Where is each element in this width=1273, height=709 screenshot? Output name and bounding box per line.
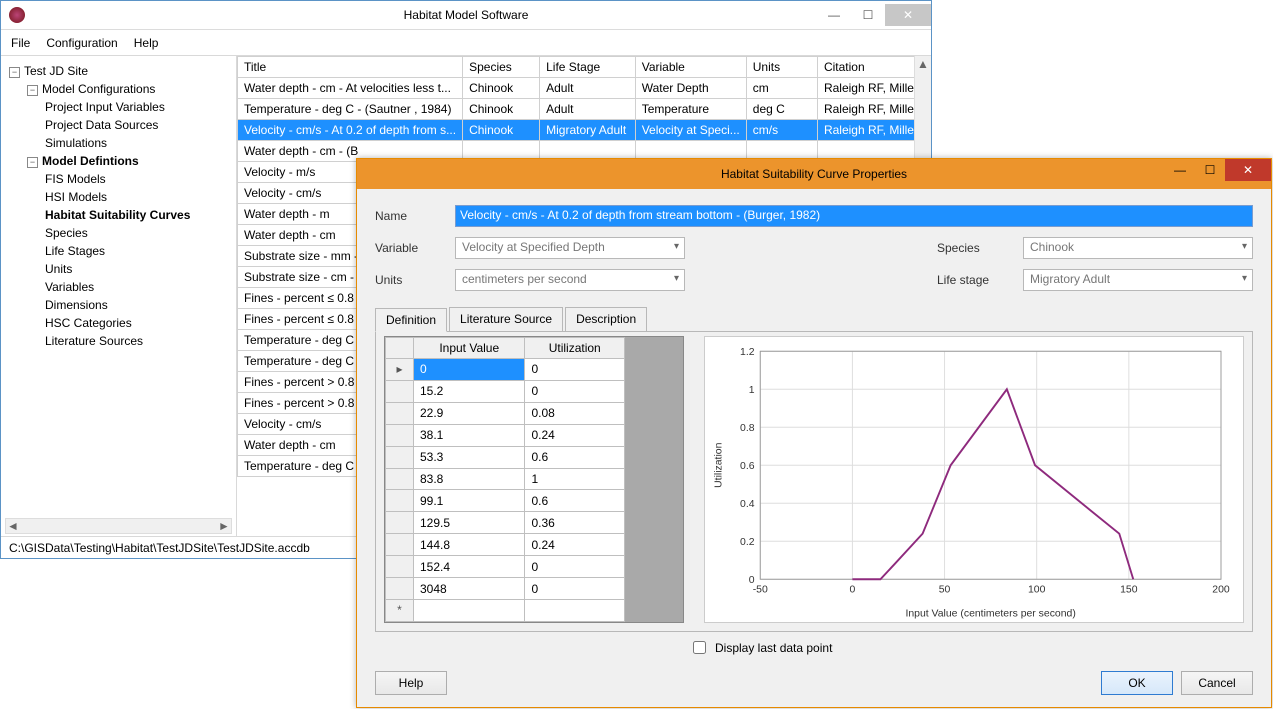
- tree-item[interactable]: Simulations: [45, 134, 232, 152]
- table-row[interactable]: 144.80.24: [386, 534, 625, 556]
- hsc-properties-dialog: Habitat Suitability Curve Properties — ☐…: [356, 158, 1272, 708]
- main-titlebar: Habitat Model Software — ☐ ✕: [1, 1, 931, 30]
- variable-select[interactable]: Velocity at Specified Depth: [455, 237, 685, 259]
- tree-model-definitions[interactable]: −Model Defintions FIS ModelsHSI ModelsHa…: [27, 152, 232, 350]
- table-row[interactable]: 99.10.6: [386, 490, 625, 512]
- table-row[interactable]: Temperature - deg C - (Sautner , 1984)Ch…: [238, 99, 931, 120]
- svg-text:150: 150: [1120, 585, 1138, 596]
- units-select[interactable]: centimeters per second: [455, 269, 685, 291]
- tree-pane: −Test JD Site −Model Configurations Proj…: [1, 56, 237, 536]
- table-row[interactable]: 129.50.36: [386, 512, 625, 534]
- table-row[interactable]: 15.20: [386, 380, 625, 402]
- definition-grid-wrap: Input ValueUtilization ▸0015.2022.90.083…: [384, 336, 684, 623]
- column-header[interactable]: Variable: [635, 57, 746, 78]
- ok-button[interactable]: OK: [1101, 671, 1173, 695]
- table-row[interactable]: 30480: [386, 578, 625, 600]
- svg-text:0.8: 0.8: [740, 423, 755, 434]
- tree-item[interactable]: Habitat Suitability Curves: [45, 206, 232, 224]
- tree-root[interactable]: −Test JD Site −Model Configurations Proj…: [9, 62, 232, 350]
- collapse-icon[interactable]: −: [27, 157, 38, 168]
- table-row[interactable]: 38.10.24: [386, 424, 625, 446]
- column-header[interactable]: Life Stage: [540, 57, 636, 78]
- svg-text:50: 50: [939, 585, 951, 596]
- svg-text:Input Value (centimeters per s: Input Value (centimeters per second): [905, 608, 1075, 619]
- tree-item[interactable]: Species: [45, 224, 232, 242]
- tree-item[interactable]: HSC Categories: [45, 314, 232, 332]
- svg-text:0.6: 0.6: [740, 461, 755, 472]
- species-label: Species: [937, 241, 997, 255]
- tree-item[interactable]: Variables: [45, 278, 232, 296]
- maximize-button[interactable]: ☐: [851, 4, 885, 26]
- tab-literature-source[interactable]: Literature Source: [449, 307, 563, 331]
- column-header[interactable]: Title: [238, 57, 463, 78]
- svg-text:200: 200: [1212, 585, 1230, 596]
- svg-text:-50: -50: [753, 585, 768, 596]
- app-icon: [9, 7, 25, 23]
- tabstrip: Definition Literature Source Description: [375, 307, 1253, 331]
- svg-text:Utilization: Utilization: [713, 442, 724, 487]
- table-row[interactable]: Water depth - cm - At velocities less t.…: [238, 78, 931, 99]
- svg-text:0.4: 0.4: [740, 499, 755, 510]
- minimize-button[interactable]: —: [817, 4, 851, 26]
- close-button[interactable]: ✕: [885, 4, 931, 26]
- window-controls: — ☐ ✕: [817, 4, 931, 26]
- display-last-label: Display last data point: [715, 641, 832, 655]
- name-label: Name: [375, 209, 429, 223]
- species-select[interactable]: Chinook: [1023, 237, 1253, 259]
- menubar: File Configuration Help: [1, 30, 931, 56]
- tree-item[interactable]: Literature Sources: [45, 332, 232, 350]
- svg-text:1: 1: [749, 385, 755, 396]
- variable-label: Variable: [375, 241, 429, 255]
- svg-text:100: 100: [1028, 585, 1046, 596]
- chart-area: -5005010015020000.20.40.60.811.2Input Va…: [704, 336, 1244, 623]
- menu-configuration[interactable]: Configuration: [46, 36, 117, 50]
- main-title: Habitat Model Software: [404, 8, 529, 22]
- lifestage-label: Life stage: [937, 273, 997, 287]
- collapse-icon[interactable]: −: [27, 85, 38, 96]
- table-row[interactable]: 83.81: [386, 468, 625, 490]
- units-label: Units: [375, 273, 429, 287]
- definition-grid[interactable]: Input ValueUtilization ▸0015.2022.90.083…: [385, 337, 625, 622]
- status-path: C:\GISData\Testing\Habitat\TestJDSite\Te…: [9, 541, 310, 555]
- utilization-chart: -5005010015020000.20.40.60.811.2Input Va…: [705, 337, 1243, 622]
- display-last-checkbox[interactable]: [693, 641, 706, 654]
- new-row[interactable]: *: [386, 599, 625, 621]
- tree-item[interactable]: Project Data Sources: [45, 116, 232, 134]
- svg-text:0: 0: [749, 575, 755, 586]
- tree-item[interactable]: HSI Models: [45, 188, 232, 206]
- tree-item[interactable]: Dimensions: [45, 296, 232, 314]
- table-row[interactable]: 53.30.6: [386, 446, 625, 468]
- table-row[interactable]: 22.90.08: [386, 402, 625, 424]
- menu-file[interactable]: File: [11, 36, 30, 50]
- svg-text:0: 0: [849, 585, 855, 596]
- collapse-icon[interactable]: −: [9, 67, 20, 78]
- menu-help[interactable]: Help: [134, 36, 159, 50]
- tab-page-definition: Input ValueUtilization ▸0015.2022.90.083…: [375, 331, 1253, 632]
- dialog-title: Habitat Suitability Curve Properties: [721, 167, 907, 181]
- lifestage-select[interactable]: Migratory Adult: [1023, 269, 1253, 291]
- table-row[interactable]: ▸00: [386, 359, 625, 381]
- dialog-close-button[interactable]: ✕: [1225, 159, 1271, 181]
- cancel-button[interactable]: Cancel: [1181, 671, 1253, 695]
- tree-item[interactable]: Units: [45, 260, 232, 278]
- table-row[interactable]: 152.40: [386, 556, 625, 578]
- svg-text:0.2: 0.2: [740, 537, 755, 548]
- svg-text:1.2: 1.2: [740, 347, 755, 358]
- dialog-minimize-button[interactable]: —: [1165, 159, 1195, 181]
- dialog-maximize-button[interactable]: ☐: [1195, 159, 1225, 181]
- name-input[interactable]: Velocity - cm/s - At 0.2 of depth from s…: [455, 205, 1253, 227]
- column-header[interactable]: Species: [463, 57, 540, 78]
- dialog-titlebar: Habitat Suitability Curve Properties — ☐…: [357, 159, 1271, 189]
- tree-item[interactable]: FIS Models: [45, 170, 232, 188]
- tab-definition[interactable]: Definition: [375, 308, 447, 332]
- table-row[interactable]: Velocity - cm/s - At 0.2 of depth from s…: [238, 120, 931, 141]
- column-header[interactable]: Units: [746, 57, 817, 78]
- tab-description[interactable]: Description: [565, 307, 647, 331]
- tree-item[interactable]: Project Input Variables: [45, 98, 232, 116]
- help-button[interactable]: Help: [375, 671, 447, 695]
- tree-h-scrollbar[interactable]: ◄►: [5, 518, 232, 534]
- tree-model-configurations[interactable]: −Model Configurations Project Input Vari…: [27, 80, 232, 152]
- tree-item[interactable]: Life Stages: [45, 242, 232, 260]
